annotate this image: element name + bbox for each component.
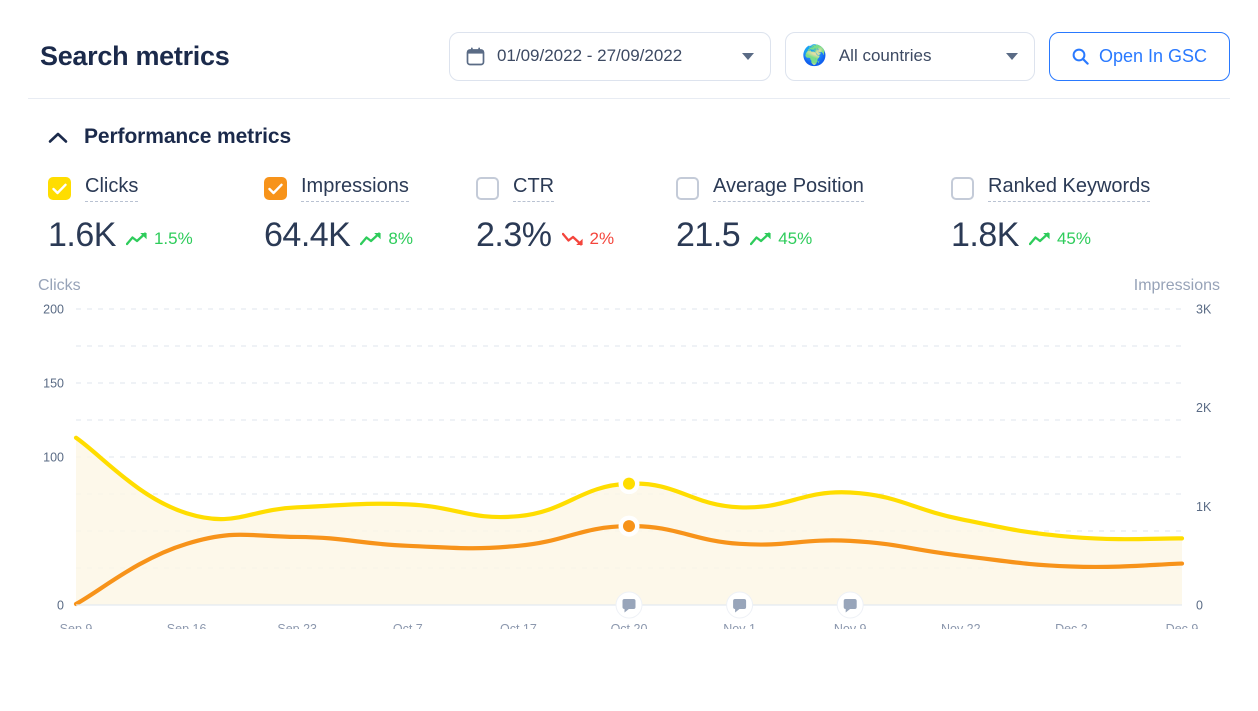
trend-up-icon [1028,232,1051,246]
trend-up-icon [360,232,382,246]
page-header: Search metrics 01/09/2022 - 27/09/2022 🌍… [0,0,1258,90]
x-axis-tick: Sep 16 [167,622,207,629]
metric-clicks-trend: 1.5% [125,229,193,249]
metric-impressions-value: 64.4K [264,216,351,254]
checkbox-clicks[interactable] [48,177,71,200]
trend-up-icon [750,232,772,246]
header-controls: 01/09/2022 - 27/09/2022 🌍 All countries … [448,31,1230,81]
metric-ctr: CTR 2.3% 2% [476,175,676,255]
metric-average-position: Average Position 21.5 45% [676,175,951,255]
date-range-value: 01/09/2022 - 27/09/2022 [496,46,683,65]
metric-impressions-label[interactable]: Impressions [301,175,409,202]
y-axis-right-tick: 0 [1196,599,1203,613]
metric-ctr-label[interactable]: CTR [513,175,555,202]
metric-average-position-delta: 45% [778,229,813,248]
checkbox-ctr[interactable] [476,177,499,200]
metric-ctr-delta: 2% [589,229,615,248]
x-axis-tick: Oct 7 [393,622,423,629]
metric-average-position-valuerow: 21.5 45% [676,216,951,255]
chevron-up-icon[interactable] [48,131,68,144]
y-axis-left-title: Clicks [38,277,81,294]
y-axis-left-tick: 100 [43,451,64,465]
y-axis-right-tick: 3K [1196,303,1212,317]
metric-ranked-keywords-value: 1.8K [951,216,1019,254]
section-title: Performance metrics [84,125,292,148]
annotation-marker[interactable] [615,591,643,619]
page-title: Search metrics [40,40,230,71]
metric-clicks-delta: 1.5% [153,229,193,248]
metric-ctr-trend: 2% [561,229,615,249]
y-axis-left-tick: 200 [43,303,64,317]
trend-down-icon [561,232,584,246]
y-axis-left-tick: 150 [43,377,64,391]
metric-ranked-keywords-head: Ranked Keywords [951,175,1191,202]
metric-ranked-keywords-trend: 45% [1028,229,1091,249]
metric-ranked-keywords-delta: 45% [1056,229,1091,248]
metric-clicks-label[interactable]: Clicks [85,175,139,202]
performance-chart: Clicks Impressions 0 100 150 200 0 1K 2K 3K Sep … [0,277,1258,637]
metric-clicks-valuerow: 1.6K 1.5% [48,216,264,255]
country-value: All countries [838,46,932,65]
y-axis-right-tick: 1K [1196,500,1212,514]
x-axis-tick: Sep 23 [277,622,317,629]
y-axis-left-tick: 0 [57,599,64,613]
date-range-picker[interactable]: 01/09/2022 - 27/09/2022 [448,31,771,81]
metric-ranked-keywords-label[interactable]: Ranked Keywords [988,175,1151,202]
x-axis-tick: Nov 1 [723,622,756,629]
search-metrics-panel: Search metrics 01/09/2022 - 27/09/2022 🌍… [0,0,1258,711]
open-in-gsc-button[interactable]: Open In GSC [1048,31,1230,81]
metric-ctr-value: 2.3% [476,216,552,254]
calendar-icon [466,47,485,66]
performance-metrics-header: Performance metrics [0,99,1258,149]
y-axis-right-tick: 2K [1196,401,1212,415]
x-axis-tick: Nov 9 [834,622,867,629]
chevron-down-icon [1005,52,1018,60]
metric-ctr-valuerow: 2.3% 2% [476,216,676,255]
chevron-down-icon [741,52,754,60]
chart-canvas[interactable]: 0 100 150 200 0 1K 2K 3K Sep 9 Sep 16 Sep 23 Oct 7 O… [0,299,1258,630]
metric-average-position-head: Average Position [676,175,951,202]
checkbox-ranked-keywords[interactable] [951,177,974,200]
x-axis-tick: Nov 22 [941,622,981,629]
metrics-row: Clicks 1.6K 1.5% Impressions 64.4K 8% CT… [0,149,1258,255]
y-axis-right-title: Impressions [1133,277,1220,294]
trend-up-icon [125,232,148,246]
metric-impressions: Impressions 64.4K 8% [264,175,476,255]
data-point-clicks[interactable] [623,477,635,490]
metric-impressions-delta: 8% [388,229,413,248]
open-in-gsc-label: Open In GSC [1098,45,1207,66]
x-axis-tick: Oct 20 [611,622,648,629]
annotation-marker[interactable] [726,591,754,619]
metric-ctr-head: CTR [476,175,676,202]
x-axis-tick: Sep 9 [60,622,93,629]
metric-average-position-trend: 45% [750,229,812,249]
metric-clicks: Clicks 1.6K 1.5% [48,175,264,255]
x-axis-tick: Dec 9 [1166,622,1199,629]
data-point-impressions[interactable] [623,520,635,533]
metric-impressions-head: Impressions [264,175,476,202]
metric-impressions-trend: 8% [360,229,413,249]
metric-ranked-keywords-valuerow: 1.8K 45% [951,216,1191,255]
x-axis-tick: Oct 17 [500,622,537,629]
globe-icon: 🌍 [801,45,827,67]
country-selector[interactable]: 🌍 All countries [784,31,1035,81]
metric-average-position-value: 21.5 [676,216,741,254]
metric-impressions-valuerow: 64.4K 8% [264,216,476,255]
metric-average-position-label[interactable]: Average Position [713,175,864,202]
x-axis-tick: Dec 2 [1055,622,1088,629]
metric-ranked-keywords: Ranked Keywords 1.8K 45% [951,175,1191,255]
checkbox-impressions[interactable] [264,177,287,200]
annotation-marker[interactable] [836,591,864,619]
search-icon [1072,48,1089,65]
metric-clicks-value: 1.6K [48,216,116,254]
metric-clicks-head: Clicks [48,175,264,202]
checkbox-average-position[interactable] [676,177,699,200]
